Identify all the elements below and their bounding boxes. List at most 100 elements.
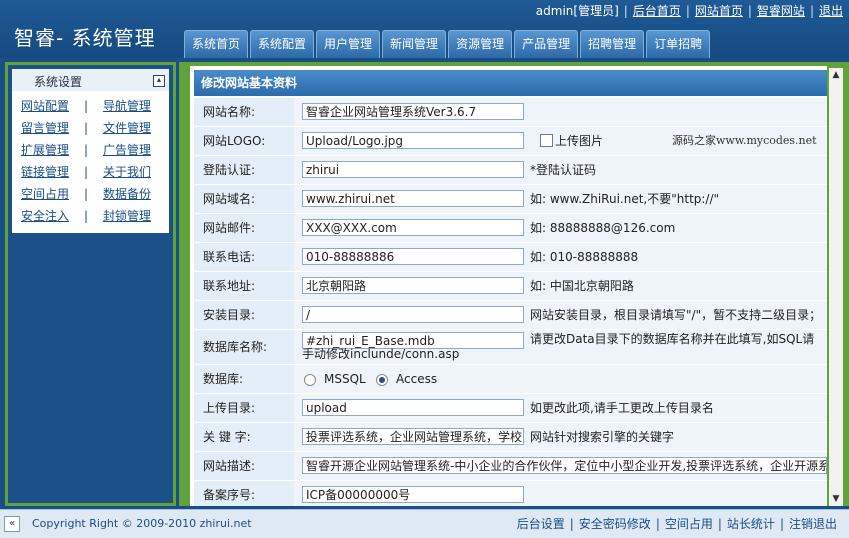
footer-link-space-usage[interactable]: 空间占用 [665, 517, 713, 531]
field-hint: 请更改Data目录下的数据库名称并在此填写,如SQL请手动修改inclunde/… [302, 332, 815, 361]
field-hint: 如更改此项,请手工更改上传目录名 [530, 401, 714, 415]
sidebar-item-message-manage[interactable]: 留言管理 [12, 117, 78, 139]
footer-link-logout[interactable]: 注销退出 [789, 517, 837, 531]
field-label: 数据库: [194, 365, 294, 393]
field-label: 安装目录: [194, 301, 294, 329]
icp-input[interactable]: ICP备00000000号 [302, 486, 524, 503]
form-row-email: 网站邮件: XXX@XXX.com 如: 88888888@126.com [194, 214, 827, 243]
sidebar-item-space-usage[interactable]: 空间占用 [12, 183, 78, 205]
contact-address-input[interactable]: 北京朝阳路 [302, 277, 524, 294]
login-auth-input[interactable]: zhirui [302, 161, 524, 178]
access-radio[interactable] [376, 374, 388, 386]
sidebar: 系统设置 ▴ 网站配置 | 导航管理 留言管理 | 文件管理 扩展管理 | 广告管理 链接管… [5, 62, 176, 506]
tab-recruit-manage[interactable]: 招聘管理 [580, 30, 645, 58]
main-content: 修改网站基本资料 网站名称: 智睿企业网站管理系统Ver3.6.7 网站LOGO… [190, 66, 827, 506]
mssql-label: MSSQL [324, 372, 366, 386]
field-label: 联系电话: [194, 243, 294, 271]
sidebar-item-security-injection[interactable]: 安全注入 [12, 205, 78, 227]
field-label: 网站邮件: [194, 214, 294, 242]
current-user: admin[管理员] [535, 4, 619, 18]
field-label: 关 键 字: [194, 423, 294, 451]
watermark-text: 源码之家www.mycodes.net [672, 134, 817, 147]
field-hint: 网站安装目录，根目录请填写"/"，暂不支持二级目录； [530, 308, 822, 322]
footer-link-change-password[interactable]: 安全密码修改 [579, 517, 651, 531]
field-label: 网站描述: [194, 452, 294, 480]
panel-title: 修改网站基本资料 [194, 70, 827, 96]
scroll-up-icon[interactable]: ▲ [829, 68, 843, 82]
copyright: Copyright Right © 2009-2010 zhirui.net [32, 517, 252, 530]
sidebar-item-site-config[interactable]: 网站配置 [12, 95, 78, 117]
form-row-db: 数据库: MSSQL Access [194, 365, 827, 394]
tab-news-manage[interactable]: 新闻管理 [382, 30, 447, 58]
sidebar-title: 系统设置 [34, 75, 83, 89]
form-row-dbname: 数据库名称: #zhi_rui_E_Base.mdb 请更改Data目录下的数据库… [194, 330, 827, 365]
tab-system-config[interactable]: 系统配置 [250, 30, 315, 58]
main-nav: 系统首页 系统配置 用户管理 新闻管理 资源管理 产品管理 招聘管理 订单招聘 [184, 30, 711, 58]
toggle-sidebar-icon[interactable]: « [4, 516, 20, 532]
field-label: 网站名称: [194, 98, 294, 126]
form-row-phone: 联系电话: 010-88888886 如: 010-88888888 [194, 243, 827, 272]
link-site-home[interactable]: 网站首页 [695, 4, 743, 18]
sidebar-menu: 网站配置 | 导航管理 留言管理 | 文件管理 扩展管理 | 广告管理 链接管理 | 关于我们 … [12, 91, 169, 233]
sidebar-item-extension-manage[interactable]: 扩展管理 [12, 139, 78, 161]
site-email-input[interactable]: XXX@XXX.com [302, 219, 524, 236]
sidebar-row: 扩展管理 | 广告管理 [12, 139, 169, 161]
footer: « Copyright Right © 2009-2010 zhirui.net… [0, 509, 849, 538]
form-row-upload: 上传目录: upload 如更改此项,请手工更改上传目录名 [194, 394, 827, 423]
tab-product-manage[interactable]: 产品管理 [514, 30, 579, 58]
sidebar-row: 网站配置 | 导航管理 [12, 95, 169, 117]
field-hint: 如: 中国北京朝阳路 [530, 279, 634, 293]
scroll-down-icon[interactable]: ▼ [829, 492, 843, 506]
tab-user-manage[interactable]: 用户管理 [316, 30, 381, 58]
upload-dir-input[interactable]: upload [302, 399, 524, 416]
field-hint: *登陆认证码 [530, 163, 597, 177]
contact-phone-input[interactable]: 010-88888886 [302, 248, 524, 265]
form-row-icp: 备案序号: ICP备00000000号 [194, 481, 827, 506]
field-hint: 如: 010-88888888 [530, 250, 639, 264]
sidebar-row: 空间占用 | 数据备份 [12, 183, 169, 205]
sidebar-header: 系统设置 ▴ [12, 69, 169, 92]
vertical-scrollbar[interactable]: ▲ ▼ [829, 68, 843, 506]
link-admin-home[interactable]: 后台首页 [633, 4, 681, 18]
sidebar-item-block-manage[interactable]: 封锁管理 [94, 205, 160, 227]
tab-system-home[interactable]: 系统首页 [184, 30, 249, 58]
field-hint: 网站针对搜索引擎的关键字 [530, 430, 675, 444]
sidebar-item-link-manage[interactable]: 链接管理 [12, 161, 78, 183]
field-label: 上传目录: [194, 394, 294, 422]
collapse-icon[interactable]: ▴ [153, 75, 165, 87]
form-row-keywords: 关 键 字: 投票评选系统，企业网站管理系统，学校网站 网站针对搜索引擎的关键字 [194, 423, 827, 452]
field-label: 备案序号: [194, 481, 294, 506]
link-logout[interactable]: 退出 [819, 4, 843, 18]
site-logo-input[interactable]: Upload/Logo.jpg [302, 132, 524, 149]
field-label: 网站域名: [194, 185, 294, 213]
sidebar-item-ad-manage[interactable]: 广告管理 [94, 139, 160, 161]
site-domain-input[interactable]: www.zhirui.net [302, 190, 524, 207]
description-input[interactable]: 智睿开源企业网站管理系统-中小企业的合作伙伴，定位中小型企业开发,投票评选系统，… [302, 457, 827, 474]
install-dir-input[interactable]: / [302, 306, 524, 323]
sidebar-item-data-backup[interactable]: 数据备份 [94, 183, 160, 205]
access-label: Access [396, 372, 438, 386]
sidebar-item-about-us[interactable]: 关于我们 [94, 161, 160, 183]
sidebar-row: 安全注入 | 封锁管理 [12, 205, 169, 227]
sidebar-item-file-manage[interactable]: 文件管理 [94, 117, 160, 139]
form-row-domain: 网站域名: www.zhirui.net 如: www.ZhiRui.net,不要… [194, 185, 827, 214]
tab-resource-manage[interactable]: 资源管理 [448, 30, 513, 58]
mssql-radio[interactable] [304, 374, 316, 386]
footer-link-admin-settings[interactable]: 后台设置 [517, 517, 565, 531]
sidebar-item-nav-manage[interactable]: 导航管理 [94, 95, 160, 117]
link-zhirui-site[interactable]: 智睿网站 [757, 4, 805, 18]
tab-order-recruit[interactable]: 订单招聘 [646, 30, 711, 58]
field-label: 数据库名称: [194, 330, 294, 364]
upload-image-checkbox[interactable] [540, 134, 553, 147]
form-row-desc: 网站描述: 智睿开源企业网站管理系统-中小企业的合作伙伴，定位中小型企业开发,投… [194, 452, 827, 481]
main-frame: 修改网站基本资料 网站名称: 智睿企业网站管理系统Ver3.6.7 网站LOGO… [179, 62, 849, 506]
top-links: admin[管理员] | 后台首页 | 网站首页 | 智睿网站 | 退出 [535, 4, 843, 18]
footer-link-site-stats[interactable]: 站长统计 [727, 517, 775, 531]
keywords-input[interactable]: 投票评选系统，企业网站管理系统，学校网站 [302, 428, 524, 445]
field-label: 登陆认证: [194, 156, 294, 184]
form-row-name: 网站名称: 智睿企业网站管理系统Ver3.6.7 [194, 98, 827, 127]
footer-links: 后台设置 | 安全密码修改 | 空间占用 | 站长统计 | 注销退出 [516, 517, 837, 531]
field-hint: 如: www.ZhiRui.net,不要"http://" [530, 192, 720, 206]
site-name-input[interactable]: 智睿企业网站管理系统Ver3.6.7 [302, 103, 524, 120]
header: 智睿- 系统管理 admin[管理员] | 后台首页 | 网站首页 | 智睿网站 | 退出 系统… [0, 0, 849, 58]
